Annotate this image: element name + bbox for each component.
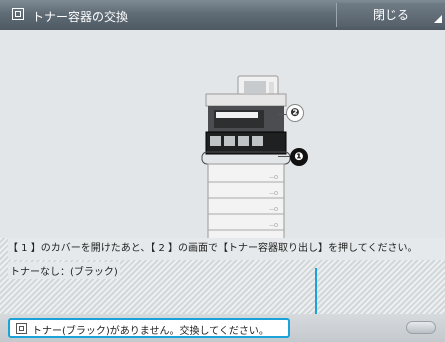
corner-caret-icon	[434, 15, 442, 23]
svg-text:—O: —O	[269, 191, 278, 197]
svg-text:—O: —O	[269, 175, 278, 181]
toner-status-text: トナーなし：(ブラック)	[8, 262, 120, 279]
close-button[interactable]: 閉じる	[336, 3, 445, 27]
title-bar: トナー容器の交換 閉じる	[0, 0, 445, 30]
close-button-label: 閉じる	[372, 8, 409, 22]
status-message-text: トナー(ブラック)がありません。交換してください。	[32, 326, 269, 337]
callout-1-badge: ❶	[290, 148, 308, 166]
message-area: 【 1 】のカバーを開けたあと、【 2 】の画面で【トナー容器取り出し】を押して…	[0, 238, 445, 314]
instruction-text: 【 1 】のカバーを開けたあと、【 2 】の画面で【トナー容器取り出し】を押して…	[8, 238, 445, 260]
svg-text:—O: —O	[269, 207, 278, 213]
callout-1-leader	[278, 156, 290, 157]
screen-icon	[16, 323, 27, 334]
window-title: トナー容器の交換	[32, 10, 129, 24]
status-indicator	[406, 321, 436, 334]
screen-icon	[12, 8, 24, 20]
callout-2-badge: ❷	[286, 104, 304, 122]
illustration-area: —O —O —O —O ❷ ❶	[0, 30, 445, 252]
status-message-box[interactable]: トナー(ブラック)がありません。交換してください。	[8, 318, 290, 338]
svg-text:—O: —O	[269, 223, 278, 229]
printer-illustration: —O —O —O —O	[201, 75, 291, 252]
status-bar: トナー(ブラック)がありません。交換してください。	[0, 314, 445, 342]
